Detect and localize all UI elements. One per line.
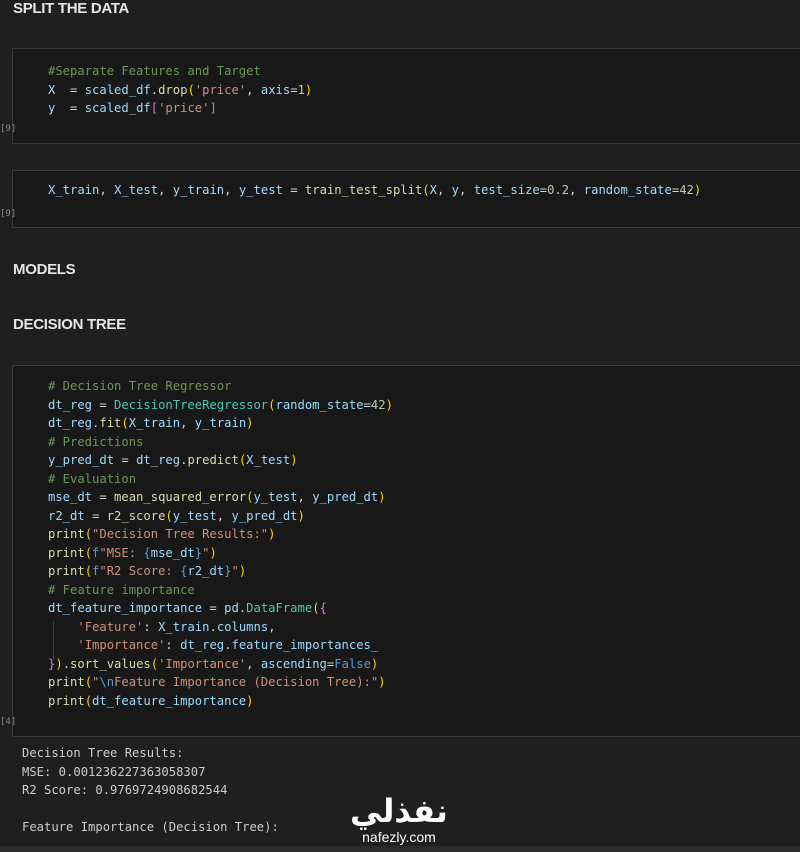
- code-line: y = scaled_df['price']: [48, 101, 217, 115]
- code-line: X_train, X_test, y_train, y_test = train…: [48, 183, 702, 197]
- code-line: 'Importance': dt_reg.feature_importances…: [77, 638, 379, 652]
- indent-guide: [53, 621, 54, 659]
- code-line: dt_reg.fit(X_train, y_train): [48, 416, 254, 430]
- code-line: mse_dt = mean_squared_error(y_test, y_pr…: [48, 490, 386, 504]
- code-line: # Decision Tree Regressor: [48, 379, 232, 393]
- cell-exec-count: [4]: [0, 717, 17, 727]
- code-cell-split-features[interactable]: #Separate Features and Target X = scaled_…: [12, 48, 800, 144]
- code-line: print(f"R2 Score: {r2_dt}"): [48, 564, 247, 578]
- code-line: 'Feature': X_train.columns,: [77, 619, 276, 634]
- cell-output: Decision Tree Results: MSE: 0.00123622736…: [22, 744, 279, 837]
- status-bar: [0, 846, 800, 852]
- code-editor[interactable]: X_train, X_test, y_train, y_test = train…: [48, 181, 701, 200]
- code-line: dt_feature_importance = pd.DataFrame({: [48, 601, 327, 615]
- code-line: #Separate Features and Target: [48, 64, 261, 78]
- output-line: MSE: 0.001236227363058307: [22, 764, 206, 779]
- code-cell-decision-tree[interactable]: # Decision Tree Regressor dt_reg = Decisi…: [12, 365, 800, 737]
- output-line: Decision Tree Results:: [22, 746, 184, 760]
- code-line: print(f"MSE: {mse_dt}"): [48, 545, 217, 560]
- watermark-url: nafezly.com: [362, 829, 436, 845]
- heading-decision-tree: DECISION TREE: [13, 316, 126, 333]
- code-line: print(dt_feature_importance): [48, 693, 254, 708]
- code-line: # Evaluation: [48, 471, 137, 486]
- code-line: # Feature importance: [48, 582, 195, 597]
- code-editor[interactable]: #Separate Features and Target X = scaled_…: [48, 62, 312, 118]
- code-line: print("\nFeature Importance (Decision Tr…: [48, 675, 386, 689]
- code-line: # Predictions: [48, 434, 144, 449]
- code-line: print("Decision Tree Results:"): [48, 527, 276, 541]
- code-line: dt_reg = DecisionTreeRegressor(random_st…: [48, 397, 393, 412]
- code-line: }).sort_values('Importance', ascending=F…: [48, 656, 379, 671]
- code-line: r2_dt = r2_score(y_test, y_pred_dt): [48, 508, 305, 523]
- cell-exec-count: [9]: [0, 124, 17, 134]
- watermark-arabic: نفذلي: [350, 792, 448, 830]
- heading-models: MODELS: [13, 261, 76, 278]
- cell-exec-count: [9]: [0, 209, 17, 219]
- code-cell-train-test-split[interactable]: X_train, X_test, y_train, y_test = train…: [12, 170, 800, 228]
- code-line: X = scaled_df.drop('price', axis=1): [48, 82, 313, 97]
- code-line: y_pred_dt = dt_reg.predict(X_test): [48, 453, 298, 467]
- output-line: Feature Importance (Decision Tree):: [22, 820, 279, 834]
- code-editor[interactable]: # Decision Tree Regressor dt_reg = Decisi…: [48, 377, 393, 710]
- watermark-logo: نفذلي nafezly.com: [350, 795, 448, 845]
- output-line: R2 Score: 0.9769724908682544: [22, 783, 228, 797]
- heading-split-the-data: SPLIT THE DATA: [13, 0, 130, 17]
